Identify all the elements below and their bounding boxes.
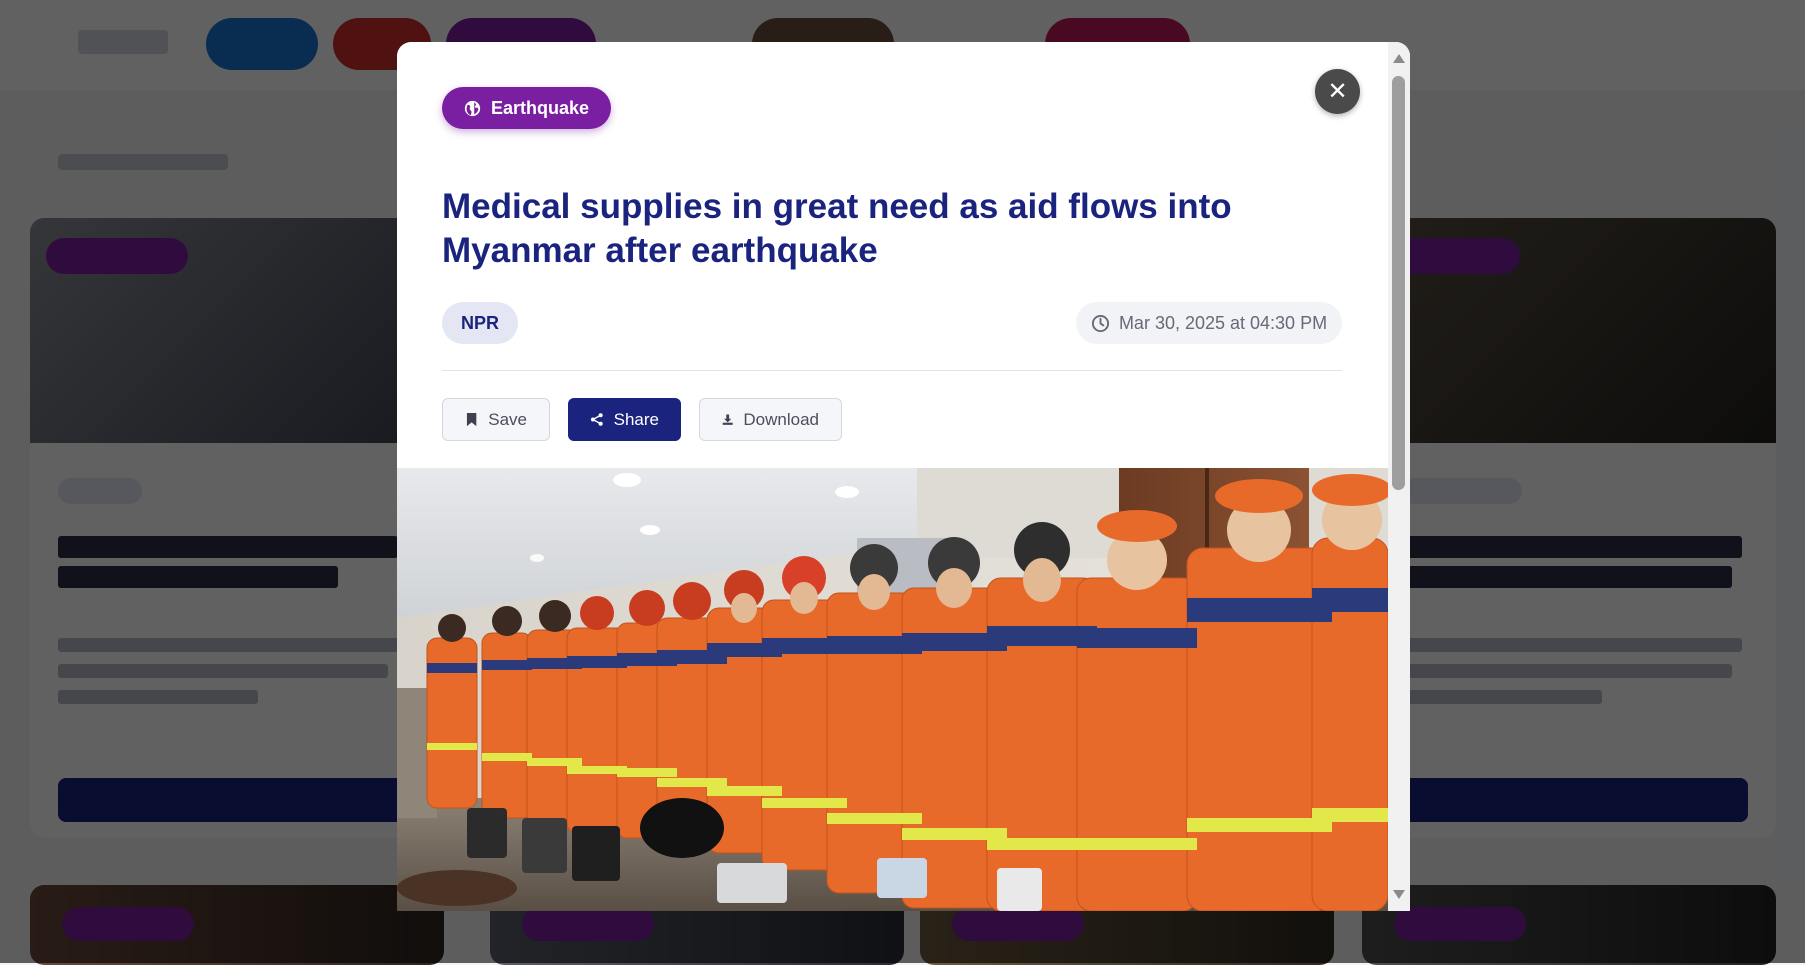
publish-date-text: Mar 30, 2025 at 04:30 PM xyxy=(1119,313,1327,334)
category-label: Earthquake xyxy=(491,98,589,119)
modal-scrollbar[interactable] xyxy=(1388,42,1410,911)
scroll-up-arrow-icon[interactable] xyxy=(1393,54,1405,63)
article-headline: Medical supplies in great need as aid fl… xyxy=(442,185,1262,273)
publish-date: Mar 30, 2025 at 04:30 PM xyxy=(1076,302,1342,344)
scroll-thumb[interactable] xyxy=(1392,76,1405,490)
rescue-team-photo xyxy=(397,468,1388,911)
article-modal-content: Earthquake ✕ Medical supplies in great n… xyxy=(397,42,1388,911)
scroll-down-arrow-icon[interactable] xyxy=(1393,890,1405,899)
download-label: Download xyxy=(743,410,819,430)
bookmark-icon xyxy=(465,412,478,427)
share-button[interactable]: Share xyxy=(568,398,681,441)
category-badge: Earthquake xyxy=(442,87,611,129)
source-label: NPR xyxy=(461,313,499,334)
share-label: Share xyxy=(614,410,659,430)
save-label: Save xyxy=(488,410,527,430)
close-button[interactable]: ✕ xyxy=(1315,69,1360,114)
divider xyxy=(442,370,1342,371)
download-icon xyxy=(722,412,733,427)
download-button[interactable]: Download xyxy=(699,398,842,441)
globe-icon xyxy=(464,100,481,117)
clock-icon xyxy=(1091,314,1110,333)
close-icon: ✕ xyxy=(1327,77,1347,106)
article-image xyxy=(397,468,1388,911)
article-modal: Earthquake ✕ Medical supplies in great n… xyxy=(397,42,1410,911)
source-badge: NPR xyxy=(442,302,518,344)
save-button[interactable]: Save xyxy=(442,398,550,441)
share-icon xyxy=(590,412,604,427)
